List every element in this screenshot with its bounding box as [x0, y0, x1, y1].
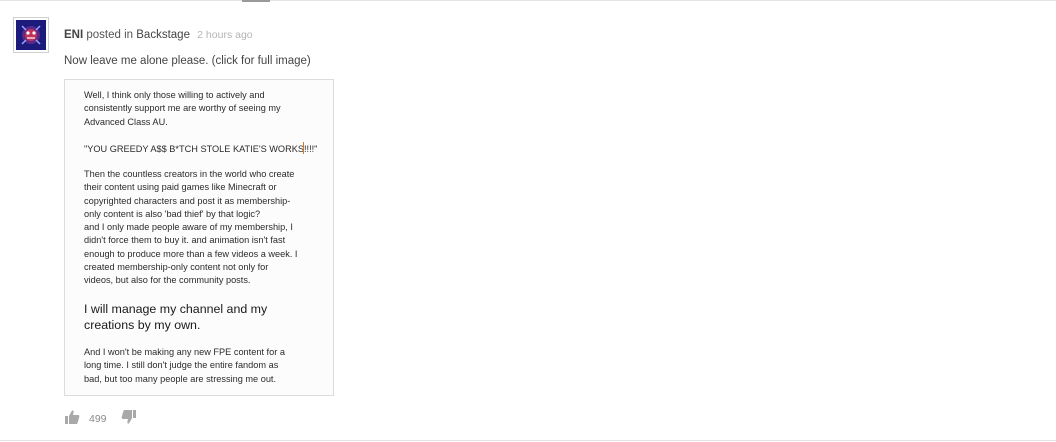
image-text-line: didn't force them to buy it. and animati…	[84, 235, 286, 246]
active-tab-indicator	[242, 0, 270, 2]
post-body-text: Now leave me alone please. (click for fu…	[64, 55, 311, 67]
channel-link[interactable]: Backstage	[136, 29, 190, 41]
author-name[interactable]: ENI	[64, 29, 83, 41]
thumbs-down-icon	[121, 410, 136, 424]
author-avatar[interactable]	[13, 17, 49, 53]
image-text-line: Well, I think only those willing to acti…	[84, 90, 265, 100]
image-text-line: and I only made people aware of my membe…	[84, 222, 293, 233]
image-text-line: videos, but also for the community posts…	[84, 275, 251, 286]
posted-in-label: posted in	[86, 29, 134, 41]
image-text-line: copyrighted characters and post it as me…	[84, 195, 291, 206]
image-text-line: consistently support me are worthy of se…	[84, 103, 281, 114]
like-count: 499	[89, 413, 107, 425]
image-quote-text: "YOU GREEDY A$$ B*TCH STOLE KATIE'S WORK…	[84, 144, 304, 154]
image-text-line: created membership-only content not only…	[84, 262, 269, 273]
top-divider	[0, 0, 1056, 1]
post-image[interactable]: Well, I think only those willing to acti…	[64, 79, 334, 396]
image-text-line: only content is also 'bad thief' by that…	[84, 208, 261, 219]
image-text-line: "YOU GREEDY A$$ B*TCH STOLE KATIE'S WORK…	[84, 142, 317, 156]
post-meta: ENI posted in Backstage 2 hours ago	[64, 29, 253, 41]
thumbs-up-icon	[65, 410, 80, 424]
image-text-line: And I won't be making any new FPE conten…	[84, 347, 285, 357]
image-text-line: enough to produce more than a few videos…	[84, 248, 298, 259]
image-text-line: bad, but too many people are stressing m…	[84, 373, 277, 384]
image-paragraph-4: I will manage my channel and my creation…	[84, 301, 267, 333]
image-text-line: their content using paid games like Mine…	[84, 182, 277, 193]
image-text-line: creations by my own.	[84, 318, 201, 332]
image-text-line: I will manage my channel and my	[84, 302, 268, 316]
like-button[interactable]	[64, 409, 80, 425]
bottom-divider	[0, 440, 1056, 441]
image-paragraph-1: Well, I think only those willing to acti…	[84, 89, 281, 129]
dislike-button[interactable]	[121, 409, 137, 425]
image-paragraph-5: And I won't be making any new FPE conten…	[84, 346, 285, 386]
avatar-art	[16, 20, 46, 50]
image-paragraph-2: "YOU GREEDY A$$ B*TCH STOLE KATIE'S WORK…	[84, 142, 317, 156]
image-text-line: Advanced Class AU.	[84, 116, 168, 127]
image-paragraph-3: Then the countless creators in the world…	[84, 168, 298, 288]
avatar-image	[16, 20, 46, 50]
image-quote-end: !!!!"	[303, 144, 318, 154]
image-text-line: long time. I still don't judge the entir…	[84, 360, 279, 371]
image-text-line: Then the countless creators in the world…	[84, 169, 295, 179]
post-timestamp: 2 hours ago	[197, 29, 253, 41]
